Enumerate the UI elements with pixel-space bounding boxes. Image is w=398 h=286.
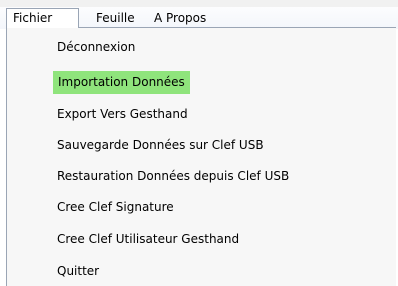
menu-item-export-vers-gesthand[interactable]: Export Vers Gesthand bbox=[52, 103, 193, 126]
menu-bar-top-strip bbox=[0, 0, 398, 7]
menu-a-propos[interactable]: A Propos bbox=[148, 8, 212, 28]
application-window: Fichier Feuille A Propos Déconnexion Imp… bbox=[0, 0, 398, 286]
menu-feuille[interactable]: Feuille bbox=[90, 8, 141, 28]
menu-bar: Fichier Feuille A Propos bbox=[0, 0, 398, 29]
menu-item-cree-clef-utilisateur[interactable]: Cree Clef Utilisateur Gesthand bbox=[52, 228, 244, 251]
menu-fichier[interactable]: Fichier bbox=[6, 8, 79, 28]
menu-item-quitter[interactable]: Quitter bbox=[52, 260, 104, 283]
fichier-dropdown-menu: Déconnexion Importation Données Export V… bbox=[6, 27, 396, 286]
menu-divider bbox=[79, 27, 396, 28]
menu-item-importation-donnees[interactable]: Importation Données bbox=[53, 71, 190, 94]
menu-item-cree-clef-signature[interactable]: Cree Clef Signature bbox=[52, 196, 179, 219]
menu-item-deconnexion[interactable]: Déconnexion bbox=[52, 36, 140, 59]
menu-item-restauration-donnees[interactable]: Restauration Données depuis Clef USB bbox=[52, 165, 294, 188]
menu-item-sauvegarde-donnees[interactable]: Sauvegarde Données sur Clef USB bbox=[52, 134, 269, 157]
